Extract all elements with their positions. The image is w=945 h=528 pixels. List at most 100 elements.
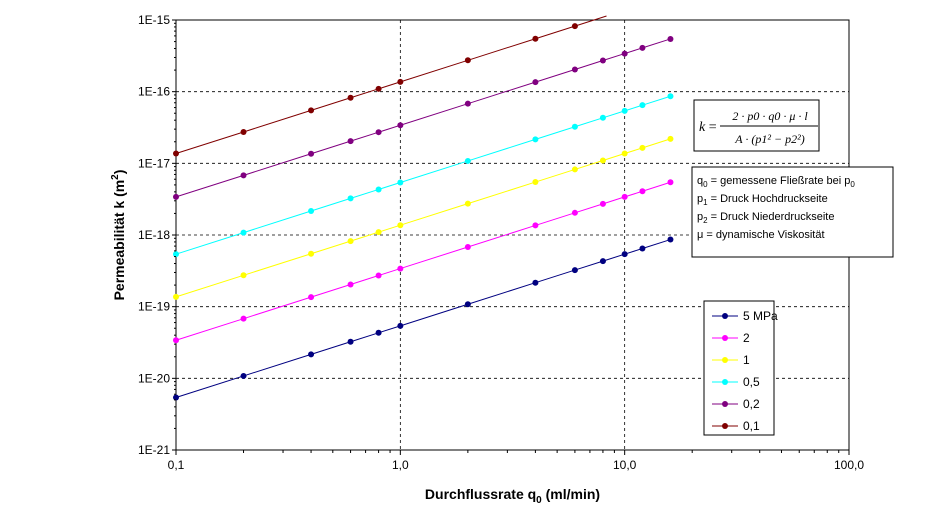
data-point [639, 188, 646, 195]
data-point [347, 338, 354, 345]
data-point [571, 23, 578, 30]
data-point [464, 57, 471, 64]
y-axis-title: Permeabilität k (m2) [110, 170, 127, 301]
data-point [639, 44, 646, 51]
data-point [532, 35, 539, 42]
data-point [571, 267, 578, 274]
data-point [375, 85, 382, 92]
legend-swatch-marker [722, 357, 728, 363]
y-tick-label: 1E-18 [138, 228, 170, 242]
data-point [397, 179, 404, 186]
definition-line: μ = dynamische Viskosität [697, 229, 825, 241]
x-tick-label: 100,0 [834, 458, 864, 472]
series-5 [173, 15, 607, 157]
data-point [639, 245, 646, 252]
data-point [173, 150, 179, 157]
y-tick-label: 1E-16 [138, 85, 170, 99]
data-point [667, 236, 674, 243]
data-point [240, 128, 247, 135]
data-point [571, 123, 578, 130]
data-point [375, 129, 382, 136]
legend: 5 MPa 2 1 0,5 0,2 0,1 [703, 300, 778, 436]
legend-label: 1 [743, 353, 750, 367]
series-line [175, 138, 671, 298]
data-point [397, 322, 404, 329]
data-point [532, 222, 539, 229]
data-point [667, 35, 674, 42]
x-tick-label: 0,1 [168, 458, 185, 472]
legend-label: 0,1 [743, 419, 760, 433]
y-tick-label: 1E-15 [138, 13, 170, 27]
data-point [240, 315, 247, 322]
data-point [397, 78, 404, 85]
y-tick-label: 1E-20 [138, 371, 170, 385]
data-point [347, 138, 354, 145]
y-tick-label: 1E-21 [138, 443, 170, 457]
data-point [240, 229, 247, 236]
data-point [667, 93, 674, 100]
data-point [599, 57, 606, 64]
data-point [639, 102, 646, 109]
data-point [308, 294, 315, 301]
definition-line: p2 = Druck Niederdruckseite [697, 211, 834, 225]
data-point [347, 195, 354, 202]
data-point [599, 114, 606, 121]
legend-swatch-marker [722, 379, 728, 385]
definition-line: q0 = gemessene Fließrate bei p0 [697, 175, 855, 189]
data-point [621, 50, 628, 57]
data-point [240, 272, 247, 279]
legend-swatch-marker [722, 423, 728, 429]
data-point [173, 293, 179, 300]
data-point [464, 301, 471, 308]
data-point [347, 238, 354, 245]
series-group [173, 15, 674, 401]
legend-label: 5 MPa [743, 309, 778, 323]
data-point [308, 351, 315, 358]
data-point [308, 150, 315, 157]
data-point [375, 186, 382, 193]
data-point [308, 250, 315, 257]
data-point [308, 107, 315, 114]
data-point [532, 279, 539, 286]
data-point [667, 135, 674, 142]
data-point [532, 79, 539, 86]
data-point [532, 179, 539, 186]
data-point [375, 229, 382, 236]
definition-line: p1 = Druck Hochdruckseite [697, 193, 828, 207]
data-point [464, 100, 471, 107]
symbol-definitions: q0 = gemessene Fließrate bei p0 p1 = Druc… [691, 166, 894, 258]
series-line [175, 38, 671, 198]
data-point [532, 136, 539, 143]
data-point [667, 179, 674, 186]
y-tick-label: 1E-19 [138, 300, 170, 314]
series-2 [173, 135, 674, 300]
legend-swatch-marker [722, 335, 728, 341]
legend-swatch-marker [722, 401, 728, 407]
legend-label: 0,5 [743, 375, 760, 389]
data-point [621, 251, 628, 258]
data-point [571, 166, 578, 173]
data-point [375, 272, 382, 279]
series-line [175, 95, 671, 255]
data-point [621, 150, 628, 157]
data-point [464, 157, 471, 164]
data-point [599, 200, 606, 207]
formula-lhs: k = [699, 120, 717, 135]
data-point [173, 337, 179, 344]
formula-annotation: k = 2 · p0 · q0 · μ · l A · (p1² − p2²) [693, 99, 820, 152]
data-point [397, 122, 404, 129]
formula-denominator: A · (p1² − p2²) [734, 132, 804, 146]
data-point [375, 329, 382, 336]
legend-label: 2 [743, 331, 750, 345]
legend-label: 0,2 [743, 397, 760, 411]
formula-numerator: 2 · p0 · q0 · μ · l [732, 109, 808, 123]
data-point [599, 157, 606, 164]
data-point [621, 107, 628, 114]
data-point [347, 94, 354, 101]
data-point [397, 222, 404, 229]
series-line [175, 181, 671, 341]
series-line [175, 239, 671, 398]
data-point [397, 265, 404, 272]
data-point [173, 193, 179, 200]
series-line [175, 15, 607, 155]
